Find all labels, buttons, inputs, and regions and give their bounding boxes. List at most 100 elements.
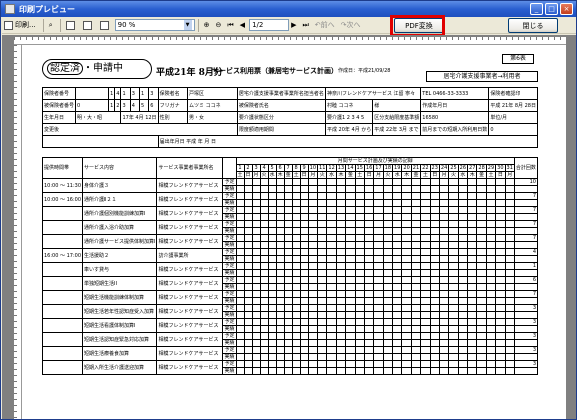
actual-label: 実績 xyxy=(222,185,237,193)
zoom-in-button[interactable]: ⊕ xyxy=(202,19,212,32)
first-page-button[interactable]: ⏮ xyxy=(225,19,235,32)
previous-button[interactable]: ↶ 前へ xyxy=(313,19,337,32)
print-button[interactable]: 印刷... xyxy=(2,19,38,32)
day-cell xyxy=(283,367,293,375)
day-cell xyxy=(401,269,412,277)
minimize-button[interactable]: _ xyxy=(530,3,543,15)
multi-pages-button[interactable] xyxy=(98,19,113,32)
insurer-confirm-label: 保険者確認印 xyxy=(488,87,538,100)
close-button[interactable]: 閉じる xyxy=(508,18,558,33)
day-cell xyxy=(283,318,293,326)
day-cell xyxy=(345,199,356,207)
day-cell xyxy=(326,185,337,193)
actual-label: 実績 xyxy=(222,213,237,221)
day-cell xyxy=(307,213,319,221)
row-total: 3 xyxy=(513,346,539,354)
weekday: 木 xyxy=(401,171,412,179)
day-cell xyxy=(401,234,412,242)
day-cell xyxy=(438,283,450,291)
preview-area[interactable]: 認定済 ・申請中 平成21年 8月分 サービス利用票（兼居宅サービス計画） 作成日… xyxy=(2,35,576,419)
zoom-out-button[interactable]: ⊖ xyxy=(213,19,223,32)
day-cell xyxy=(410,178,422,186)
two-pages-button[interactable] xyxy=(81,19,96,32)
recipient-label: 居宅介護支援事業者→利用者 xyxy=(426,71,538,82)
day-cell xyxy=(410,325,422,333)
zoom-select[interactable]: 90 % ▼ xyxy=(114,19,195,31)
last-page-button[interactable]: ⏭ xyxy=(300,19,310,32)
day-number: 10 xyxy=(307,164,319,172)
day-cell xyxy=(235,241,245,249)
toolbar: 印刷... ⌕ 90 % ▼ ⊕ ⊖ ⏮ ◀ 1/2 ▶ ⏭ ↶ 前へ ↷ 次へ P… xyxy=(2,17,576,34)
day-cell xyxy=(291,220,301,228)
day-cell xyxy=(457,283,469,291)
day-cell xyxy=(485,360,497,368)
binoculars-icon: ⌕ xyxy=(48,20,53,29)
weekday: 月 xyxy=(504,171,515,179)
day-cell xyxy=(316,360,328,368)
day-cell xyxy=(373,241,384,249)
day-number: 23 xyxy=(429,164,440,172)
day-cell xyxy=(354,346,365,354)
day-cell xyxy=(448,199,459,207)
day-cell xyxy=(438,304,450,312)
previous-page-arrow-button[interactable]: ◀ xyxy=(238,19,247,32)
day-cell xyxy=(316,241,328,249)
next-button[interactable]: ↷ 次へ xyxy=(339,19,363,32)
day-cell xyxy=(235,255,245,263)
day-cell xyxy=(251,262,261,270)
day-cell xyxy=(363,185,375,193)
day-cell xyxy=(401,339,412,347)
day-cell xyxy=(457,206,469,214)
day-cell xyxy=(335,276,347,284)
day-cell xyxy=(373,213,384,221)
day-cell xyxy=(243,178,253,186)
day-cell xyxy=(251,283,261,291)
limit-to: 平成 22年 3月 まで xyxy=(372,123,422,136)
day-cell xyxy=(476,297,487,305)
day-cell xyxy=(243,234,253,242)
search-button[interactable]: ⌕ xyxy=(47,19,55,32)
day-cell xyxy=(316,234,328,242)
day-number: 1 xyxy=(235,164,245,172)
day-cell xyxy=(363,283,375,291)
day-cell xyxy=(391,346,403,354)
page-number-field[interactable]: 1/2 xyxy=(249,19,290,31)
day-cell xyxy=(485,290,497,298)
day-cell xyxy=(316,297,328,305)
day-cell xyxy=(495,353,506,361)
day-cell xyxy=(504,339,515,347)
plan-label: 予定 xyxy=(222,234,237,242)
day-cell xyxy=(354,262,365,270)
day-cell xyxy=(326,220,337,228)
day-cell xyxy=(448,213,459,221)
day-cell xyxy=(326,353,337,361)
day-cell xyxy=(275,220,285,228)
day-cell xyxy=(299,227,309,235)
day-number: 6 xyxy=(275,164,285,172)
next-page-arrow-button[interactable]: ▶ xyxy=(289,19,298,32)
day-cell xyxy=(373,248,384,256)
actual-label: 実績 xyxy=(222,311,237,319)
day-cell xyxy=(354,248,365,256)
day-cell xyxy=(354,255,365,263)
one-page-button[interactable] xyxy=(64,19,79,32)
day-cell xyxy=(495,276,506,284)
day-cell xyxy=(354,269,365,277)
day-cell xyxy=(476,290,487,298)
day-cell xyxy=(476,199,487,207)
day-cell xyxy=(354,213,365,221)
day-cell xyxy=(391,269,403,277)
day-cell xyxy=(267,185,277,193)
day-cell xyxy=(235,346,245,354)
day-cell xyxy=(335,269,347,277)
plan-label: 予定 xyxy=(222,332,237,340)
chevron-down-icon: ▼ xyxy=(183,20,192,30)
day-cell xyxy=(307,311,319,319)
day-cell xyxy=(410,304,422,312)
close-window-button[interactable]: × xyxy=(560,3,573,15)
day-cell xyxy=(429,360,440,368)
day-cell xyxy=(363,206,375,214)
maximize-button[interactable]: □ xyxy=(545,3,558,15)
day-cell xyxy=(283,360,293,368)
day-cell xyxy=(373,346,384,354)
